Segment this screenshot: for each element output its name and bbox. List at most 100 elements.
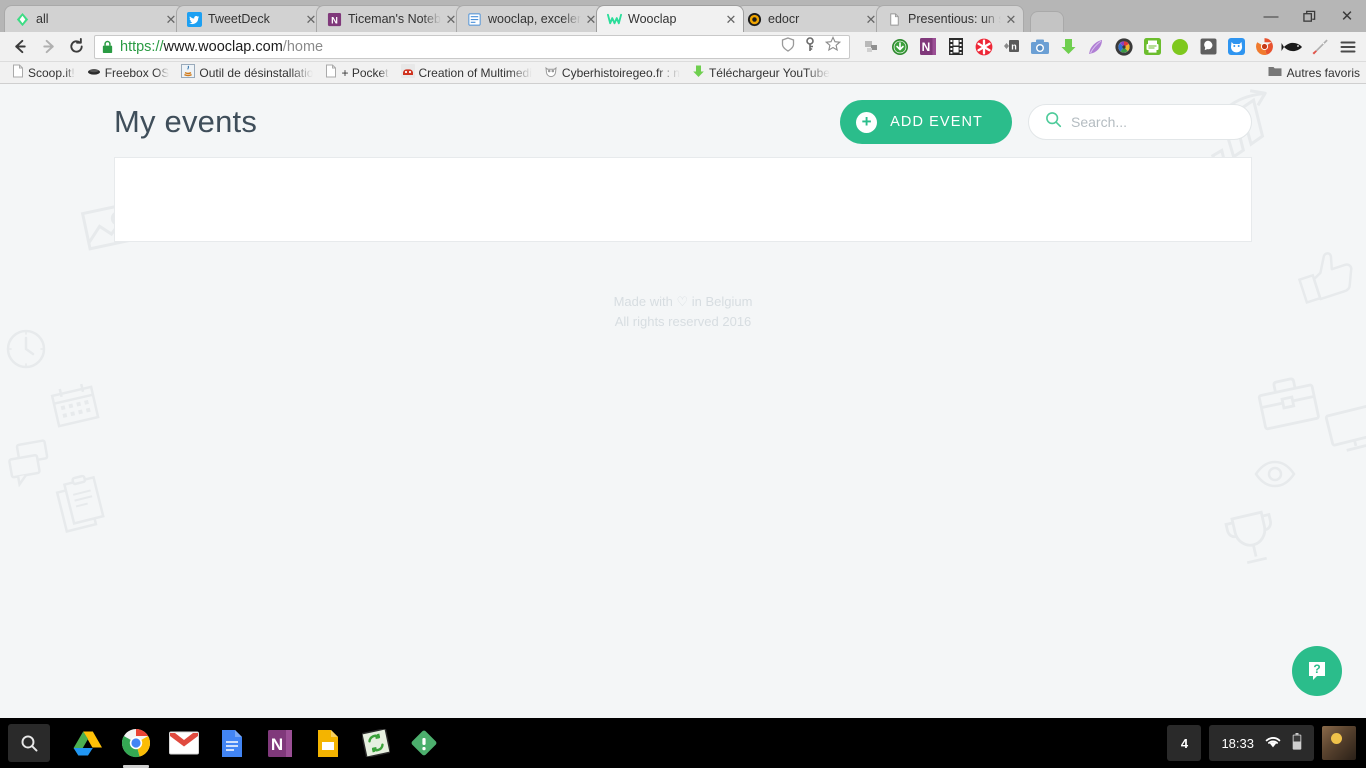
- address-bar-url: https://www.wooclap.com/home: [120, 39, 781, 55]
- taskbar-app-google-docs[interactable]: [208, 718, 256, 768]
- url-path: /home: [282, 38, 324, 55]
- tab-label: Wooclap: [628, 12, 677, 26]
- add-event-button[interactable]: + ADD EVENT: [840, 100, 1012, 144]
- camera-icon[interactable]: [1028, 35, 1052, 59]
- speech-bubble-icon[interactable]: [1196, 35, 1220, 59]
- taskbar-app-sync[interactable]: [352, 718, 400, 768]
- java-icon: [181, 64, 196, 81]
- taskbar-app-google-drive[interactable]: [64, 718, 112, 768]
- system-tray: 4 18:33: [1167, 725, 1358, 761]
- address-bar[interactable]: https://www.wooclap.com/home: [94, 34, 850, 59]
- bookmark-label: Outil de désinstallatio: [199, 65, 314, 80]
- search-input[interactable]: [1071, 114, 1235, 130]
- tab-close-icon[interactable]: ✕: [723, 13, 739, 26]
- film-strip-icon[interactable]: [944, 35, 968, 59]
- green-circle-icon[interactable]: [1168, 35, 1192, 59]
- svg-text:N: N: [331, 15, 338, 25]
- tray-notification-badge[interactable]: 4: [1167, 725, 1202, 761]
- download-green-icon[interactable]: [888, 35, 912, 59]
- tab-label: wooclap, excelente for: [488, 12, 581, 26]
- bookmark-cyberhistoiregeo[interactable]: Cyberhistoiregeo.fr : n: [538, 64, 686, 81]
- cast-icon[interactable]: [860, 35, 884, 59]
- monitor-icon: [1324, 404, 1366, 461]
- bookmark-pocket[interactable]: + Pocket: [319, 64, 394, 81]
- minimize-button[interactable]: —: [1252, 0, 1290, 32]
- new-tab-button[interactable]: [1030, 11, 1064, 32]
- lock-icon: [99, 40, 120, 54]
- help-button[interactable]: ?: [1292, 646, 1342, 696]
- printer-green-icon[interactable]: [1140, 35, 1164, 59]
- wooclap-icon: [606, 11, 622, 27]
- page-icon: [886, 11, 902, 27]
- chrome-orange-icon[interactable]: [1252, 35, 1276, 59]
- events-list-card[interactable]: [114, 157, 1252, 242]
- shield-icon[interactable]: [781, 36, 795, 57]
- taskbar-app-feedly[interactable]: [400, 718, 448, 768]
- url-scheme: https://: [120, 38, 164, 55]
- search-icon: [21, 735, 37, 751]
- browser-tab-all[interactable]: all ✕: [4, 5, 184, 32]
- search-box[interactable]: [1028, 104, 1252, 140]
- bookmark-scoopit[interactable]: Scoop.it!: [6, 64, 81, 81]
- forward-button[interactable]: [34, 34, 62, 60]
- browser-tab-ticemans-notebook[interactable]: N Ticeman's Notebook - ✕: [316, 5, 464, 32]
- asterisk-red-icon[interactable]: [972, 35, 996, 59]
- bookmark-telechargeur-youtube[interactable]: Téléchargeur YouTube: [686, 64, 836, 81]
- document-icon: [466, 11, 482, 27]
- reload-button[interactable]: [62, 34, 90, 60]
- briefcase-icon: [1255, 374, 1321, 437]
- bookmark-creation-of-multimedia[interactable]: Creation of Multimedi: [395, 64, 538, 81]
- restore-button[interactable]: [1290, 0, 1328, 32]
- tab-close-icon[interactable]: ✕: [1003, 13, 1019, 26]
- help-bubble-icon: ?: [1309, 662, 1325, 680]
- other-bookmarks-button[interactable]: Autres favoris: [1268, 65, 1360, 80]
- taskbar-app-google-slides[interactable]: [304, 718, 352, 768]
- bookmark-outil-desinstallation[interactable]: Outil de désinstallatio: [175, 64, 319, 81]
- browser-tab-tweetdeck[interactable]: TweetDeck ✕: [176, 5, 324, 32]
- wolf-icon[interactable]: [1224, 35, 1248, 59]
- eye-icon: [1254, 459, 1296, 494]
- page-footer: Made with ♡ in Belgium All rights reserv…: [0, 292, 1366, 332]
- fish-icon[interactable]: [1280, 35, 1304, 59]
- twitter-icon: [186, 11, 202, 27]
- tray-status-panel[interactable]: 18:33: [1209, 725, 1314, 761]
- documents-icon: [55, 474, 117, 541]
- wifi-icon: [1264, 735, 1282, 752]
- color-lens-icon[interactable]: [1112, 35, 1136, 59]
- navigation-toolbar: https://www.wooclap.com/home N n: [0, 32, 1366, 62]
- diamond-icon: [14, 11, 30, 27]
- feather-icon[interactable]: [1084, 35, 1108, 59]
- owl-icon: [544, 64, 558, 81]
- footer-line1-suffix: in Belgium: [688, 294, 753, 309]
- taskbar-search-button[interactable]: [8, 724, 50, 762]
- sync-green-icon: [362, 729, 390, 757]
- other-bookmarks-label: Autres favoris: [1286, 65, 1360, 80]
- close-button[interactable]: ✕: [1328, 0, 1366, 32]
- browser-tab-wooclap-article[interactable]: wooclap, excelente for ✕: [456, 5, 604, 32]
- bookmark-freebox-os[interactable]: Freebox OS: [81, 65, 176, 80]
- taskbar-app-onenote[interactable]: N: [256, 718, 304, 768]
- key-icon[interactable]: [804, 36, 816, 57]
- svg-text:N: N: [271, 735, 283, 754]
- tray-clock: 18:33: [1221, 735, 1254, 751]
- brush-icon[interactable]: [1308, 35, 1332, 59]
- user-avatar[interactable]: [1322, 726, 1356, 760]
- window-controls: — ✕: [1252, 0, 1366, 32]
- star-icon[interactable]: [824, 36, 842, 57]
- onenote-clipper-icon[interactable]: N: [916, 35, 940, 59]
- evernote-clipper-icon[interactable]: n: [1000, 35, 1024, 59]
- taskbar-app-gmail[interactable]: [160, 718, 208, 768]
- browser-tab-presentious[interactable]: Presentious: un servic ✕: [876, 5, 1024, 32]
- header-actions: + ADD EVENT: [840, 100, 1252, 144]
- tab-label: edocr: [768, 12, 800, 26]
- download-arrow-icon[interactable]: [1056, 35, 1080, 59]
- back-button[interactable]: [6, 34, 34, 60]
- browser-tab-edocr[interactable]: edocr ✕: [736, 5, 884, 32]
- taskbar-app-google-chrome[interactable]: [112, 718, 160, 768]
- google-slides-icon: [318, 729, 338, 757]
- tab-strip: all ✕ TweetDeck ✕ N Ticeman's Notebook -…: [0, 0, 1366, 32]
- browser-tab-wooclap[interactable]: Wooclap ✕: [596, 5, 744, 32]
- speech-bubbles-icon: [6, 439, 56, 492]
- hamburger-menu-icon[interactable]: [1336, 35, 1360, 59]
- omnibox-icons: [781, 36, 845, 57]
